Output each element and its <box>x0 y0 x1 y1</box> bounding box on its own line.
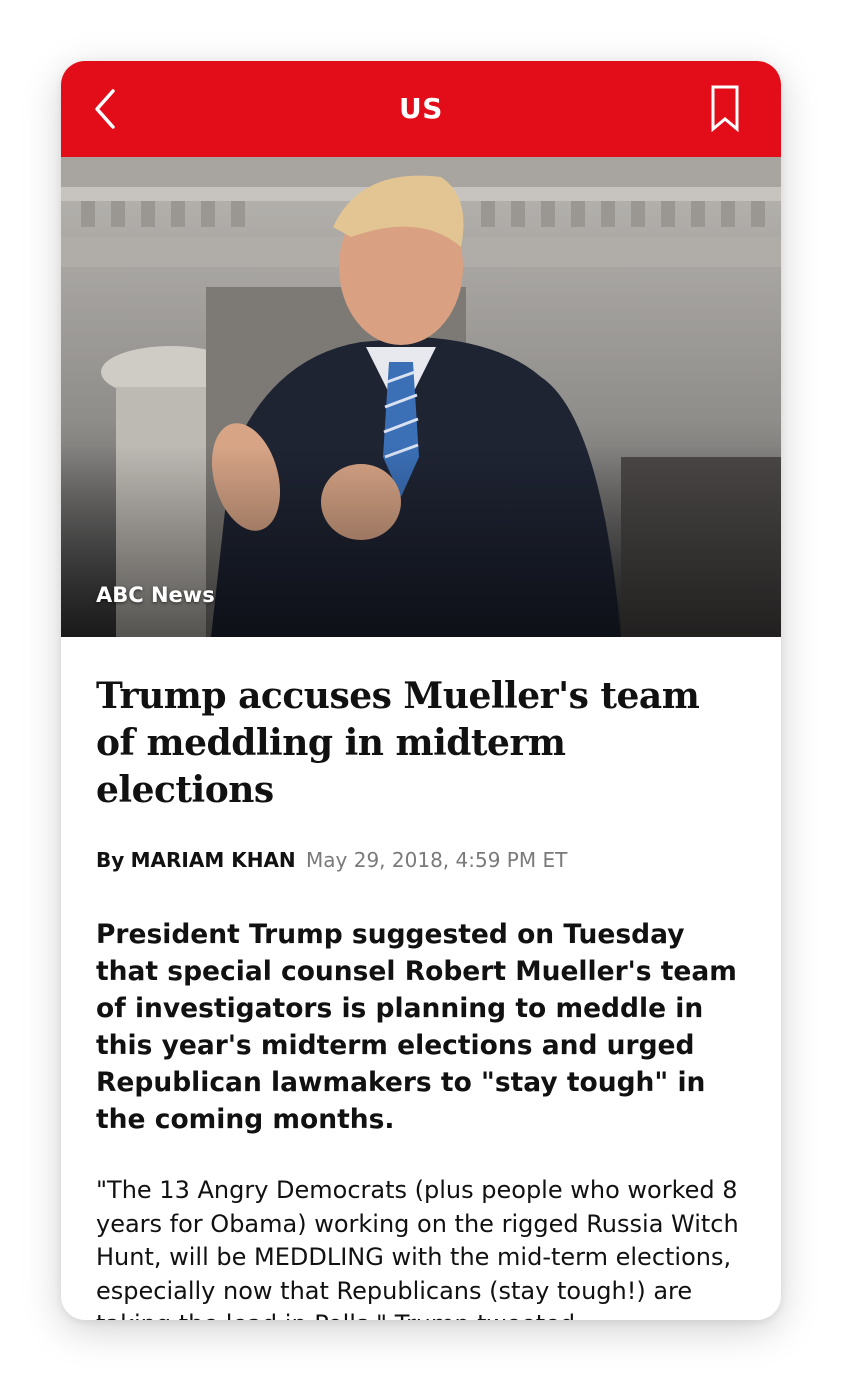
publish-timestamp: May 29, 2018, 4:59 PM ET <box>306 848 568 872</box>
section-title: US <box>399 92 443 125</box>
article-headline: Trump accuses Mueller's team of meddling… <box>96 675 700 811</box>
byline: By MARIAM KHAN May 29, 2018, 4:59 PM ET <box>96 848 748 872</box>
hero-image[interactable]: ABC News <box>61 157 781 637</box>
bookmark-button[interactable] <box>707 83 743 135</box>
byline-prefix: By <box>96 848 125 872</box>
hero-photo <box>61 157 781 637</box>
author-name[interactable]: MARIAM KHAN <box>131 848 296 872</box>
photo-credit: ABC News <box>96 583 215 607</box>
top-bar: US <box>61 61 781 157</box>
bookmark-icon <box>711 85 739 133</box>
screen: US ABC News Trump accuses Mueller's team… <box>0 0 842 1382</box>
article-body-paragraph: "The 13 Angry Democrats (plus people who… <box>96 1176 739 1320</box>
article-lede: President Trump suggested on Tuesday tha… <box>96 919 737 1135</box>
article-content: Trump accuses Mueller's team of meddling… <box>96 637 748 1320</box>
article-card: US ABC News Trump accuses Mueller's team… <box>61 61 781 1320</box>
